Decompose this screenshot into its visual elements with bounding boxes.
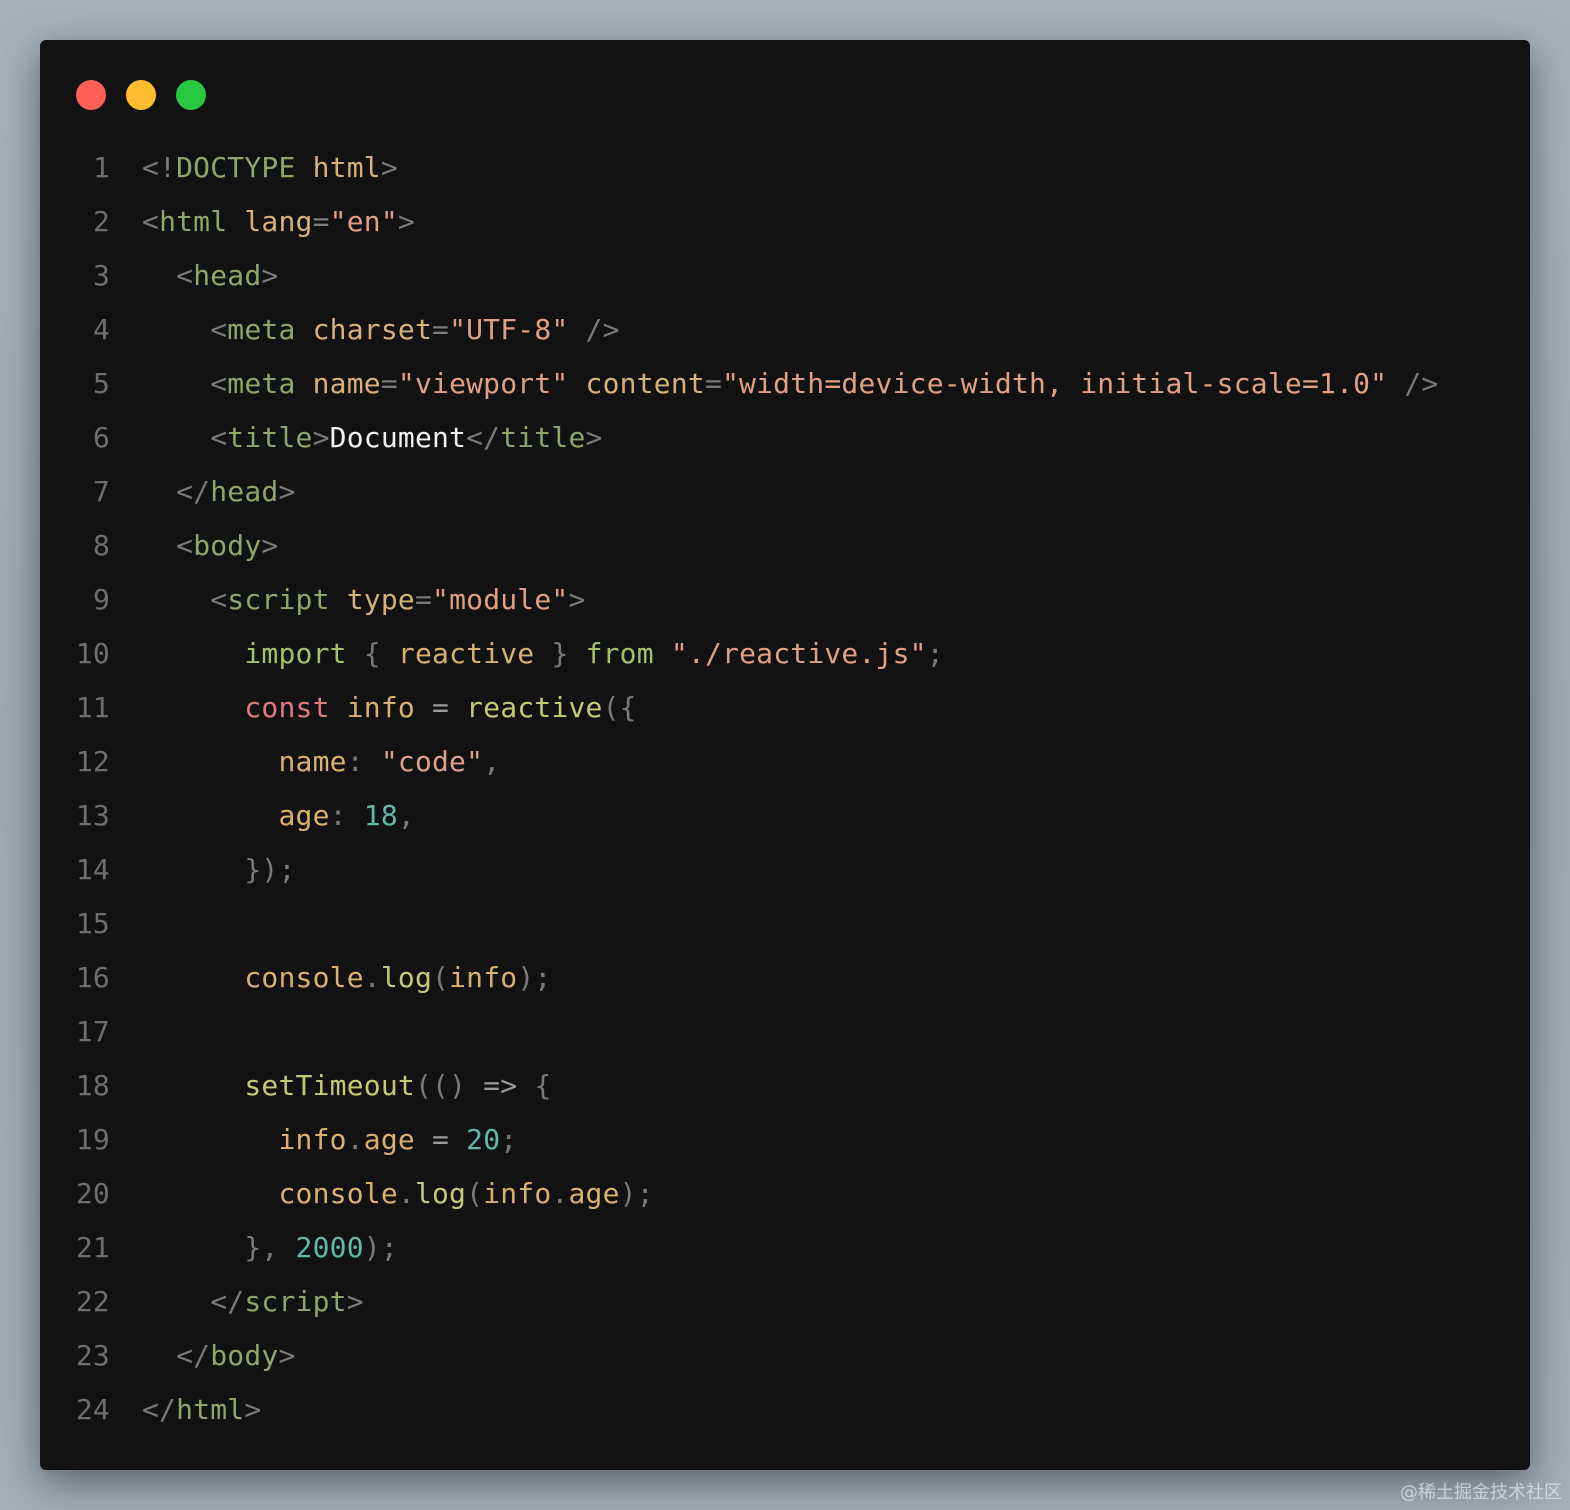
code-line: 3 <head> [40, 248, 1530, 302]
code-line: 22 </script> [40, 1274, 1530, 1328]
code-content: setTimeout(() => { [244, 1068, 552, 1102]
code-content: console.log(info.age); [278, 1176, 654, 1210]
maximize-button[interactable] [176, 80, 206, 110]
code-line: 23 </body> [40, 1328, 1530, 1382]
code-line: 13 age: 18, [40, 788, 1530, 842]
code-content: </body> [176, 1338, 296, 1372]
code-line: 8 <body> [40, 518, 1530, 572]
code-content: name: "code", [278, 744, 501, 778]
code-content: </html> [142, 1392, 262, 1426]
code-content: import { reactive } from "./reactive.js"… [244, 636, 944, 670]
line-number: 18 [75, 1068, 110, 1102]
line-number: 11 [75, 690, 110, 724]
code-content: </script> [210, 1284, 364, 1318]
code-content: age: 18, [278, 798, 415, 832]
line-number: 23 [75, 1338, 110, 1372]
code-line: 7 </head> [40, 464, 1530, 518]
line-number: 2 [92, 204, 110, 238]
code-line: 16 console.log(info); [40, 950, 1530, 1004]
code-line: 20 console.log(info.age); [40, 1166, 1530, 1220]
code-line: 11 const info = reactive({ [40, 680, 1530, 734]
code-line: 18 setTimeout(() => { [40, 1058, 1530, 1112]
line-number: 20 [75, 1176, 110, 1210]
line-number: 13 [75, 798, 110, 832]
code-line: 12 name: "code", [40, 734, 1530, 788]
line-number: 6 [92, 420, 110, 454]
code-line: 5 <meta name="viewport" content="width=d… [40, 356, 1530, 410]
code-line: 15 [40, 896, 1530, 950]
line-number: 1 [92, 150, 110, 184]
close-button[interactable] [76, 80, 106, 110]
code-content: }); [244, 852, 296, 886]
line-number: 4 [92, 312, 110, 346]
line-number: 16 [75, 960, 110, 994]
watermark: @稀土掘金技术社区 [1400, 1482, 1562, 1503]
line-number: 14 [75, 852, 110, 886]
code-line: 4 <meta charset="UTF-8" /> [40, 302, 1530, 356]
code-content: <script type="module"> [210, 582, 586, 616]
code-line: 24 </html> [40, 1382, 1530, 1436]
line-number: 5 [92, 366, 110, 400]
code-content: <title>Document</title> [210, 420, 603, 454]
code-content: <meta name="viewport" content="width=dev… [210, 366, 1439, 400]
code-content: <head> [176, 258, 279, 292]
code-content: const info = reactive({ [244, 690, 637, 724]
code-block: 1 <!DOCTYPE html> 2 <html lang="en"> 3 <… [40, 140, 1530, 1436]
code-line: 1 <!DOCTYPE html> [40, 140, 1530, 194]
code-line: 17 [40, 1004, 1530, 1058]
line-number: 24 [75, 1392, 110, 1426]
window-controls [76, 80, 206, 110]
line-number: 15 [75, 906, 110, 940]
line-number: 9 [92, 582, 110, 616]
code-content: <body> [176, 528, 279, 562]
line-number: 7 [92, 474, 110, 508]
code-line: 21 }, 2000); [40, 1220, 1530, 1274]
code-line: 9 <script type="module"> [40, 572, 1530, 626]
code-line: 14 }); [40, 842, 1530, 896]
code-line: 19 info.age = 20; [40, 1112, 1530, 1166]
line-number: 3 [92, 258, 110, 292]
code-content: <html lang="en"> [142, 204, 415, 238]
code-content: info.age = 20; [278, 1122, 518, 1156]
line-number: 22 [75, 1284, 110, 1318]
code-content: </head> [176, 474, 296, 508]
code-content: <meta charset="UTF-8" /> [210, 312, 620, 346]
code-line: 2 <html lang="en"> [40, 194, 1530, 248]
code-line: 6 <title>Document</title> [40, 410, 1530, 464]
code-window: 1 <!DOCTYPE html> 2 <html lang="en"> 3 <… [40, 40, 1530, 1470]
code-line: 10 import { reactive } from "./reactive.… [40, 626, 1530, 680]
line-number: 8 [92, 528, 110, 562]
code-content: }, 2000); [244, 1230, 398, 1264]
line-number: 21 [75, 1230, 110, 1264]
code-content: console.log(info); [244, 960, 552, 994]
line-number: 12 [75, 744, 110, 778]
line-number: 19 [75, 1122, 110, 1156]
line-number: 17 [75, 1014, 110, 1048]
line-number: 10 [75, 636, 110, 670]
code-content: <!DOCTYPE html> [142, 150, 398, 184]
minimize-button[interactable] [126, 80, 156, 110]
